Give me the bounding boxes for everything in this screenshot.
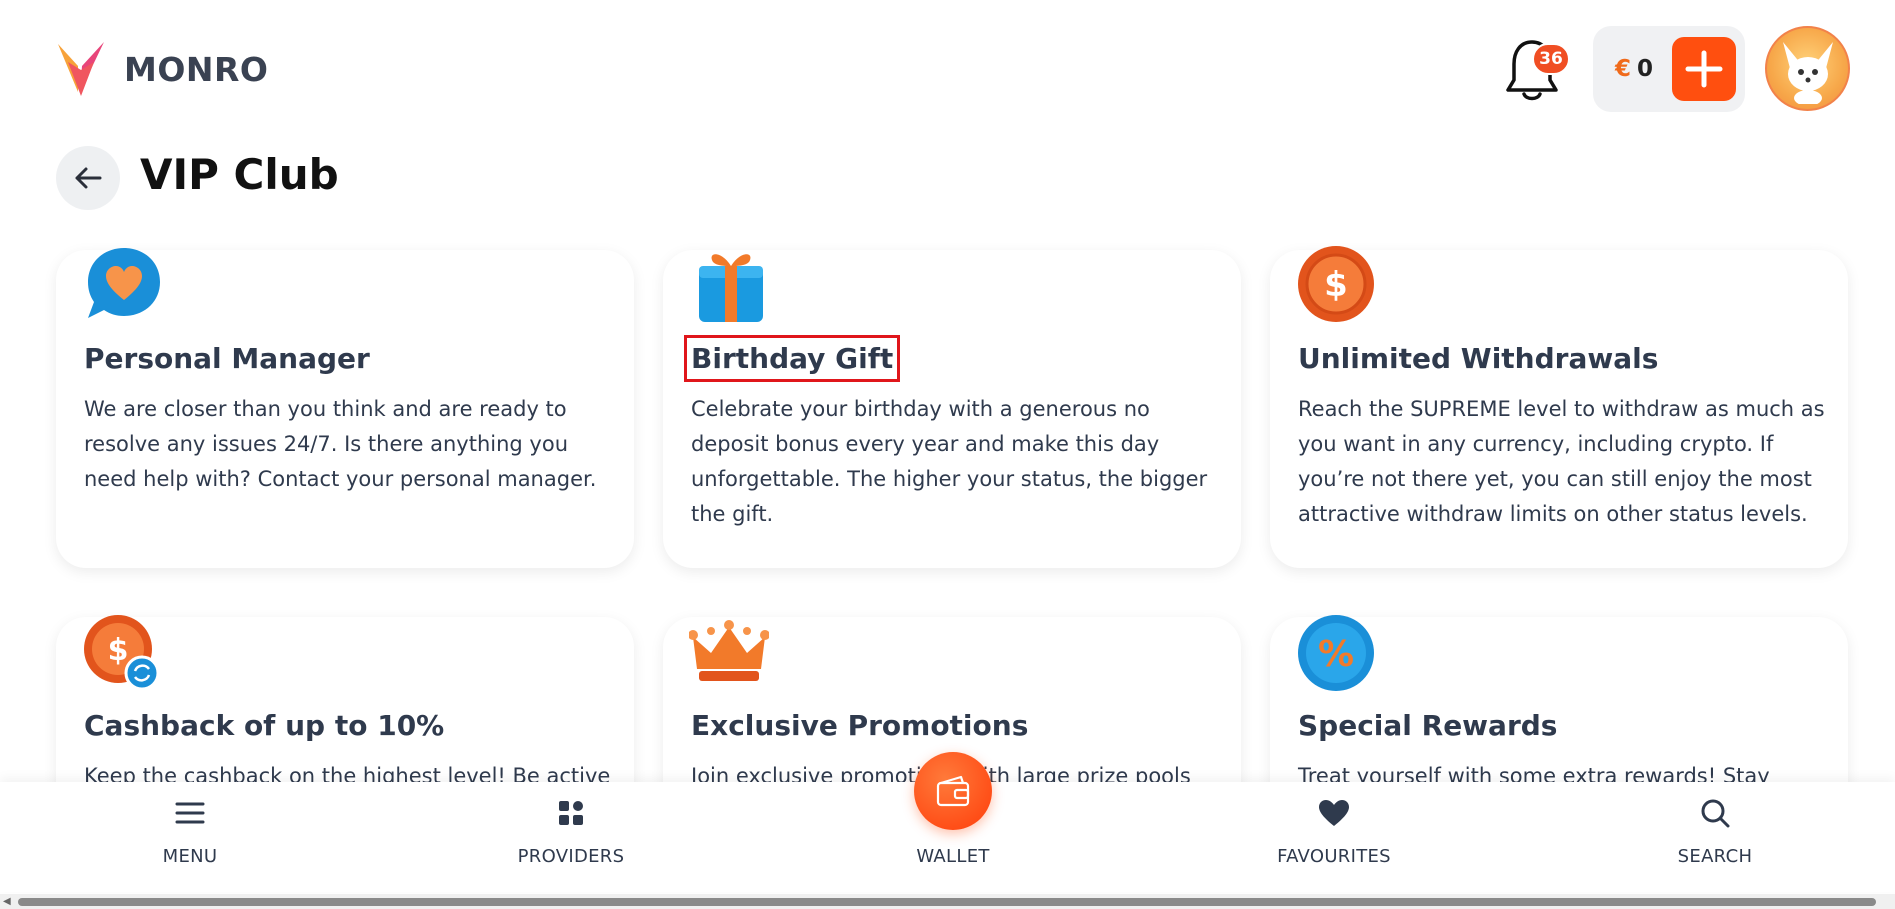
user-avatar[interactable] bbox=[1765, 26, 1850, 111]
header: MONRO 36 € 0 bbox=[0, 0, 1895, 140]
crown-icon bbox=[689, 620, 769, 681]
percent-coin-icon: % bbox=[1298, 615, 1374, 691]
brand-logo[interactable]: MONRO bbox=[56, 40, 268, 98]
nav-label: MENU bbox=[162, 846, 218, 867]
card-title: Unlimited Withdrawals bbox=[1298, 342, 1659, 375]
card-title: Personal Manager bbox=[84, 342, 370, 375]
plus-icon bbox=[1685, 50, 1723, 88]
back-button[interactable] bbox=[56, 146, 120, 210]
scrollbar-thumb[interactable] bbox=[18, 898, 1876, 906]
nav-menu[interactable]: MENU bbox=[100, 782, 280, 882]
cashback-coin-icon: $ bbox=[84, 615, 160, 691]
card-description: Celebrate your birthday with a generous … bbox=[691, 397, 1208, 526]
card-personal-manager: Personal Manager We are closer than you … bbox=[56, 248, 634, 568]
svg-text:$: $ bbox=[108, 633, 129, 668]
card-title: Cashback of up to 10% bbox=[84, 709, 445, 742]
wallet-icon bbox=[936, 775, 970, 807]
dollar-coin-icon: $ bbox=[1298, 246, 1374, 322]
svg-text:%: % bbox=[1318, 634, 1354, 675]
monro-logo-icon bbox=[58, 42, 104, 96]
page-title: VIP Club bbox=[140, 150, 339, 199]
nav-search[interactable]: SEARCH bbox=[1625, 782, 1805, 882]
deposit-button[interactable] bbox=[1672, 37, 1736, 101]
card-description: Reach the SUPREME level to withdraw as m… bbox=[1298, 397, 1825, 526]
notifications-badge: 36 bbox=[1532, 43, 1570, 75]
brand-name: MONRO bbox=[124, 49, 269, 89]
card-title: Birthday Gift bbox=[683, 335, 901, 382]
horizontal-scrollbar[interactable]: ◀ bbox=[0, 894, 1895, 909]
card-description: We are closer than you think and are rea… bbox=[84, 397, 597, 491]
scroll-left-arrow-icon[interactable]: ◀ bbox=[3, 896, 15, 908]
card-birthday-gift: Birthday Gift Celebrate your birthday wi… bbox=[663, 250, 1241, 568]
wallet-button[interactable] bbox=[914, 752, 992, 830]
nav-label: SEARCH bbox=[1677, 846, 1753, 867]
fox-avatar-icon bbox=[1782, 41, 1833, 104]
heart-icon bbox=[1319, 800, 1349, 826]
search-icon bbox=[1701, 799, 1730, 828]
arrow-left-icon bbox=[75, 167, 102, 189]
nav-label: WALLET bbox=[916, 846, 990, 867]
svg-text:$: $ bbox=[1324, 265, 1348, 305]
providers-grid-icon bbox=[559, 801, 583, 825]
nav-providers[interactable]: PROVIDERS bbox=[481, 782, 661, 882]
gift-icon bbox=[699, 254, 763, 322]
card-title: Special Rewards bbox=[1298, 709, 1558, 742]
nav-label: PROVIDERS bbox=[517, 846, 625, 867]
menu-icon bbox=[175, 802, 205, 824]
currency-symbol: € bbox=[1615, 56, 1632, 82]
heart-chat-icon bbox=[88, 248, 160, 318]
nav-label: FAVOURITES bbox=[1277, 846, 1391, 867]
balance-amount: 0 bbox=[1637, 56, 1654, 82]
nav-favourites[interactable]: FAVOURITES bbox=[1244, 782, 1424, 882]
card-unlimited-withdrawals: $ Unlimited Withdrawals Reach the SUPREM… bbox=[1270, 246, 1848, 568]
card-title: Exclusive Promotions bbox=[691, 709, 1029, 742]
